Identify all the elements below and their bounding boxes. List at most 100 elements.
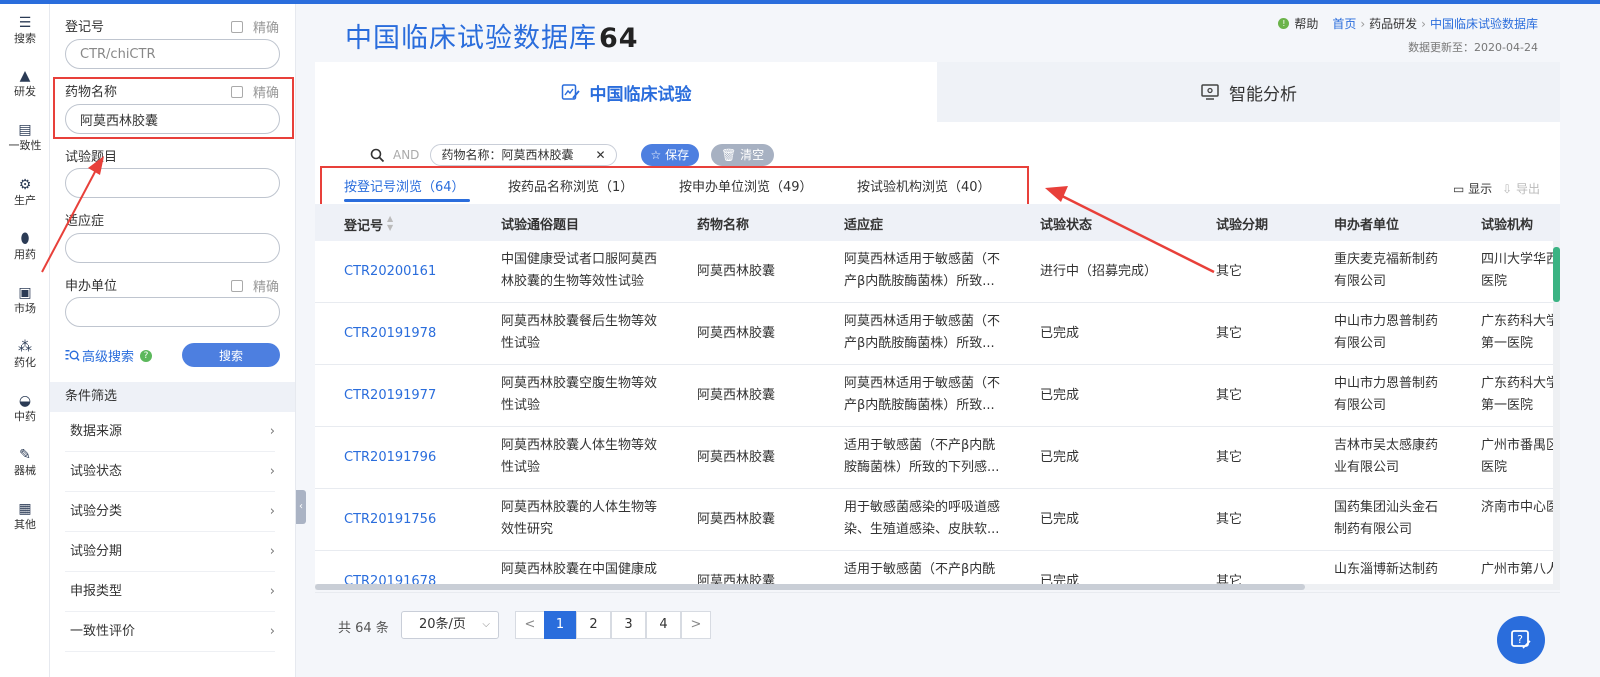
scroll-thumb[interactable] [315, 584, 1305, 590]
advanced-search-icon [65, 349, 80, 361]
clear-query-button[interactable]: 🗑 清空 [711, 144, 775, 166]
advanced-search-link[interactable]: 高级搜索 ? [65, 346, 153, 365]
page-4[interactable]: 4 [646, 611, 681, 639]
page-2[interactable]: 2 [576, 611, 611, 639]
save-query-button[interactable]: ☆ 保存 [640, 144, 700, 166]
cell-sponsor: 中山市力恩普制药 有限公司 [1334, 373, 1474, 417]
cell-line: 广州市番禺区 [1481, 438, 1556, 453]
chevron-right-icon: › [269, 544, 275, 559]
table-row[interactable]: CTR20191977 阿莫西林胶囊空腹生物等效 性试验 阿莫西林胶囊 阿莫西林适用于敏… [315, 365, 1560, 427]
rail-item-market[interactable]: ▣ 市场 [0, 284, 50, 316]
panel-collapse-handle[interactable]: ‹ [296, 490, 306, 524]
cell-line: 林胶囊的生物等效性试验 [501, 274, 645, 289]
help-icon[interactable]: ? [140, 349, 153, 362]
rail-label: 药化 [14, 356, 36, 369]
breadcrumb-current[interactable]: 中国临床试验数据库 [1430, 15, 1538, 32]
search-button[interactable]: 搜索 [182, 343, 280, 367]
cell-line: 有限公司 [1334, 274, 1387, 289]
breadcrumb-home[interactable]: 首页 [1332, 15, 1356, 32]
query-operator: AND [393, 148, 420, 162]
query-bar: AND 药物名称：阿莫西林胶囊 ✕ ☆ 保存 🗑 清空 [370, 144, 775, 166]
reg-exact-toggle[interactable]: 精确 [230, 17, 279, 36]
scroll-thumb[interactable] [1553, 247, 1560, 302]
cell-phase: 其它 [1216, 450, 1243, 465]
rail-item-search[interactable]: ☰ 搜索 [0, 14, 50, 46]
table-header: 登记号▲ ▼ 试验通俗题目 药物名称 适应症 试验状态 试验分期 申办者单位 试验… [315, 204, 1560, 241]
col-reg-number[interactable]: 登记号▲ ▼ [344, 214, 393, 234]
page-3[interactable]: 3 [611, 611, 646, 639]
checkbox-icon[interactable] [230, 279, 243, 292]
rail-item-devices[interactable]: ✎ 器械 [0, 446, 50, 478]
cell-line: 阿莫西林胶囊空腹生物等效 [501, 376, 658, 391]
cell-reg-number[interactable]: CTR20200161 [344, 261, 494, 283]
rail-item-other[interactable]: ▦ 其他 [0, 500, 50, 532]
rail-item-consistency[interactable]: ▤ 一致性 [0, 121, 50, 153]
reg-number-input[interactable] [65, 39, 280, 69]
cell-status: 已完成 [1040, 388, 1080, 403]
help-icon[interactable]: ! [1278, 18, 1290, 29]
table-row[interactable]: CTR20200161 中国健康受试者口服阿莫西 林胶囊的生物等效性试验 阿莫西林胶囊… [315, 241, 1560, 303]
cell-indication: 阿莫西林适用于敏感菌（不 产β内酰胺酶菌株）所致... [844, 373, 1019, 417]
table-row[interactable]: CTR20191978 阿莫西林胶囊餐后生物等效 性试验 阿莫西林胶囊 阿莫西林适用于敏… [315, 303, 1560, 365]
cell-line: 有限公司 [1334, 398, 1387, 413]
checkbox-icon[interactable] [230, 20, 243, 33]
cell-drug: 阿莫西林胶囊 [697, 326, 776, 341]
filter-trial-category[interactable]: 试验分类 › [65, 492, 275, 532]
help-link[interactable]: 帮助 [1294, 15, 1318, 32]
advanced-search-label: 高级搜索 [82, 350, 135, 365]
sponsor-input[interactable] [65, 297, 280, 327]
page-size-select[interactable]: 20条/页 ⌵ [401, 611, 499, 639]
trial-title-input[interactable] [65, 168, 280, 198]
cell-site: 四川大学华西 医院 [1481, 249, 1556, 293]
indication-input[interactable] [65, 233, 280, 263]
filter-data-source[interactable]: 数据来源 › [65, 412, 275, 452]
gears-icon: ⚙ [18, 177, 32, 193]
cell-reg-number[interactable]: CTR20191796 [344, 447, 494, 469]
rail-item-rd[interactable]: ▲ 研发 [0, 67, 50, 99]
help-chat-button[interactable]: ? [1497, 616, 1545, 664]
rail-item-production[interactable]: ⚙ 生产 [0, 176, 50, 208]
rail-item-tcm[interactable]: ◒ 中药 [0, 392, 50, 424]
horizontal-scrollbar[interactable] [315, 584, 1560, 590]
filter-application-type[interactable]: 申报类型 › [65, 572, 275, 612]
filter-label: 申报类型 [70, 584, 123, 599]
cell-status: 进行中（招募完成） [1040, 264, 1158, 279]
sort-icon[interactable]: ▲ ▼ [387, 214, 393, 232]
annotation-box-drug-field [53, 77, 294, 139]
tab-clinical-trials[interactable]: 中国临床试验 [315, 62, 937, 122]
rail-item-chemistry[interactable]: ⁂ 药化 [0, 338, 50, 370]
page-1[interactable]: 1 [544, 611, 576, 639]
table-row[interactable]: CTR20191796 阿莫西林胶囊人体生物等效 性试验 阿莫西林胶囊 适用于敏感菌（不… [315, 427, 1560, 489]
prev-page-button[interactable]: < [515, 611, 545, 639]
cell-reg-number[interactable]: CTR20191978 [344, 323, 494, 345]
export-button[interactable]: ⇩ 导出 [1502, 180, 1540, 197]
trial-title-label: 试验题目 [65, 150, 118, 165]
col-label: 登记号 [344, 219, 384, 234]
cell-drug: 阿莫西林胶囊 [697, 450, 776, 465]
cell-line: 广东药科大学 [1481, 376, 1556, 391]
mortar-icon: ◒ [18, 393, 32, 409]
close-icon[interactable]: ✕ [595, 145, 605, 165]
filter-trial-phase[interactable]: 试验分期 › [65, 532, 275, 572]
sponsor-exact-toggle[interactable]: 精确 [230, 276, 279, 295]
sponsor-label: 申办单位 [65, 279, 118, 294]
tab-smart-analysis[interactable]: 智能分析 [937, 62, 1560, 122]
next-page-button[interactable]: > [681, 611, 711, 639]
cell-reg-number[interactable]: CTR20191977 [344, 385, 494, 407]
icon-rail: ☰ 搜索 ▲ 研发 ▤ 一致性 ⚙ 生产 ⬮ 用药 ▣ 市场 ⁂ 药化 ◒ 中药… [0, 4, 50, 677]
chevron-right-icon: › [269, 464, 275, 479]
cell-reg-number[interactable]: CTR20191756 [344, 509, 494, 531]
filter-trial-status[interactable]: 试验状态 › [65, 452, 275, 492]
vertical-scrollbar[interactable] [1553, 241, 1560, 584]
cell-indication: 阿莫西林适用于敏感菌（不 产β内酰胺酶菌株）所致... [844, 311, 1019, 355]
breadcrumb-rd[interactable]: 药品研发 [1369, 15, 1417, 32]
filter-consistency-evaluation[interactable]: 一致性评价 › [65, 612, 275, 652]
table-row[interactable]: CTR20191756 阿莫西林胶囊的人体生物等 效性研究 阿莫西林胶囊 用于敏感菌感染… [315, 489, 1560, 551]
cell-indication: 阿莫西林适用于敏感菌（不 产β内酰胺酶菌株）所致... [844, 249, 1019, 293]
display-columns-button[interactable]: ▭ 显示 [1453, 180, 1492, 197]
cell-status: 已完成 [1040, 512, 1080, 527]
chevron-right-icon: › [269, 504, 275, 519]
cell-title: 阿莫西林胶囊的人体生物等 效性研究 [501, 497, 671, 541]
col-indication: 适应症 [844, 218, 884, 233]
rail-item-medication[interactable]: ⬮ 用药 [0, 230, 50, 262]
